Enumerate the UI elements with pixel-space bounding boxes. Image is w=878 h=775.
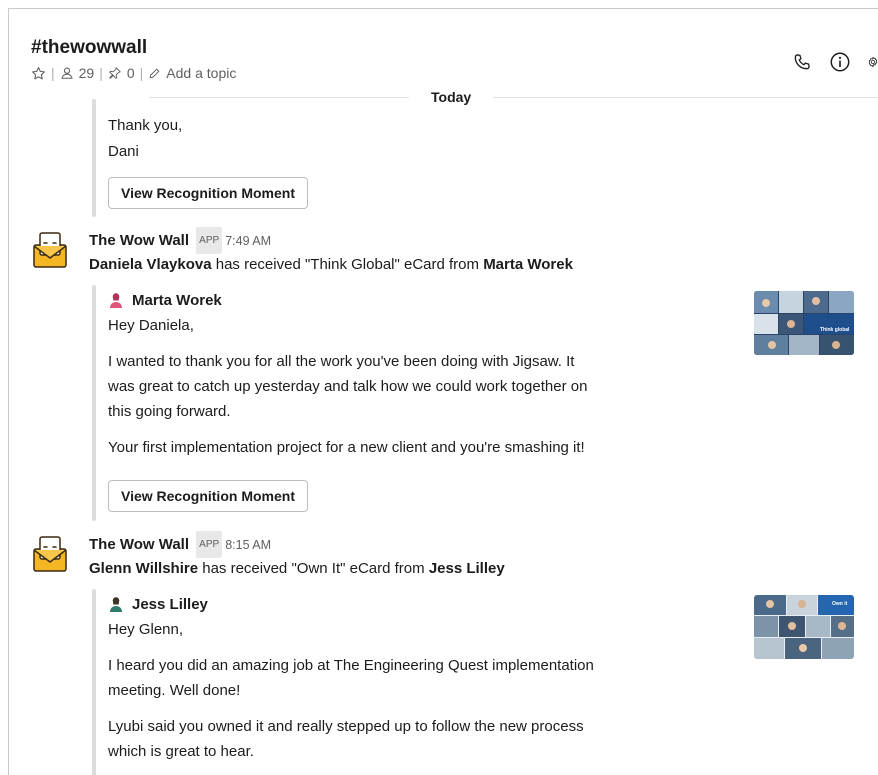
app-badge: APP [196,531,223,558]
ecard-text: has received "Own It" eCard from [198,560,429,577]
attachment-quote-bar [92,99,96,217]
message-line: Lyubi said you owned it and really stepp… [108,718,584,735]
message-line: Thank you, [108,117,183,134]
message-line: Your first implementation project for a … [108,439,585,456]
attachment-quote-bar [92,589,96,775]
message-line: meeting. Well done! [108,682,241,699]
thumbnail-caption: Think global [820,327,850,333]
info-icon[interactable] [829,51,851,73]
header-actions [791,51,878,73]
meta-separator: | [139,65,144,81]
slack-channel-window: #thewowwall | 29 | 0 | Add a topic Today… [8,8,878,775]
wow-wall-envelope-icon [33,536,67,572]
pin-icon[interactable] [108,66,122,80]
message-line: was great to catch up yesterday and talk… [108,378,588,395]
members-icon[interactable] [60,66,74,80]
ecard-thumbnail[interactable]: Own it [754,595,854,659]
gear-icon[interactable] [867,51,878,73]
message-line: I heard you did an amazing job at The En… [108,657,594,674]
channel-title[interactable]: #thewowwall [31,37,147,59]
member-count[interactable]: 29 [79,65,95,81]
attachment-author: Jess Lilley [108,592,208,620]
ecard-summary: Glenn Willshire has received "Own It" eC… [89,556,505,581]
sender-name[interactable]: The Wow Wall [89,232,189,249]
message-line: which is great to hear. [108,743,254,760]
wow-wall-envelope-icon [33,232,67,268]
ecard-summary: Daniela Vlaykova has received "Think Glo… [89,252,573,277]
ecard-thumbnail[interactable]: Think global [754,291,854,355]
message-greeting: Hey Glenn, [108,621,184,638]
meta-separator: | [99,65,103,81]
pin-count[interactable]: 0 [127,65,135,81]
message-timestamp[interactable]: 7:49 AM [225,234,271,248]
author-name[interactable]: Marta Worek [132,292,222,309]
message-greeting: Hey Daniela, [108,317,194,334]
channel-meta: | 29 | 0 | Add a topic [31,65,236,81]
star-icon[interactable] [31,66,46,81]
message-header: The Wow Wall APP 7:49 AM [89,227,271,254]
date-divider-label[interactable]: Today [409,89,494,105]
message-timestamp[interactable]: 8:15 AM [225,538,271,552]
giver-name[interactable]: Jess Lilley [429,560,505,577]
thumbnail-caption: Own it [832,601,848,607]
attachment-quote-bar [92,285,96,521]
message-line: Dani [108,143,139,160]
view-recognition-button[interactable]: View Recognition Moment [108,177,308,209]
app-avatar[interactable] [31,231,69,269]
channel-header: #thewowwall | 29 | 0 | Add a topic [9,9,878,97]
ecard-text: has received "Think Global" eCard from [211,256,484,273]
date-divider-line [149,97,878,98]
app-badge: APP [196,227,223,254]
giver-name[interactable]: Marta Worek [483,256,573,273]
ecard-collage-image [754,291,854,355]
attachment-author: Marta Worek [108,288,222,316]
message-line: I wanted to thank you for all the work y… [108,353,575,370]
recipient-name[interactable]: Daniela Vlaykova [89,256,212,273]
message-header: The Wow Wall APP 8:15 AM [89,531,271,558]
meta-separator: | [51,65,55,81]
app-avatar[interactable] [31,535,69,573]
add-topic-link[interactable]: Add a topic [166,65,236,81]
pencil-icon[interactable] [148,67,161,80]
author-name[interactable]: Jess Lilley [132,596,208,613]
message-line: this going forward. [108,403,231,420]
phone-icon[interactable] [791,51,813,73]
recipient-name[interactable]: Glenn Willshire [89,560,198,577]
view-recognition-button[interactable]: View Recognition Moment [108,480,308,512]
sender-name[interactable]: The Wow Wall [89,536,189,553]
